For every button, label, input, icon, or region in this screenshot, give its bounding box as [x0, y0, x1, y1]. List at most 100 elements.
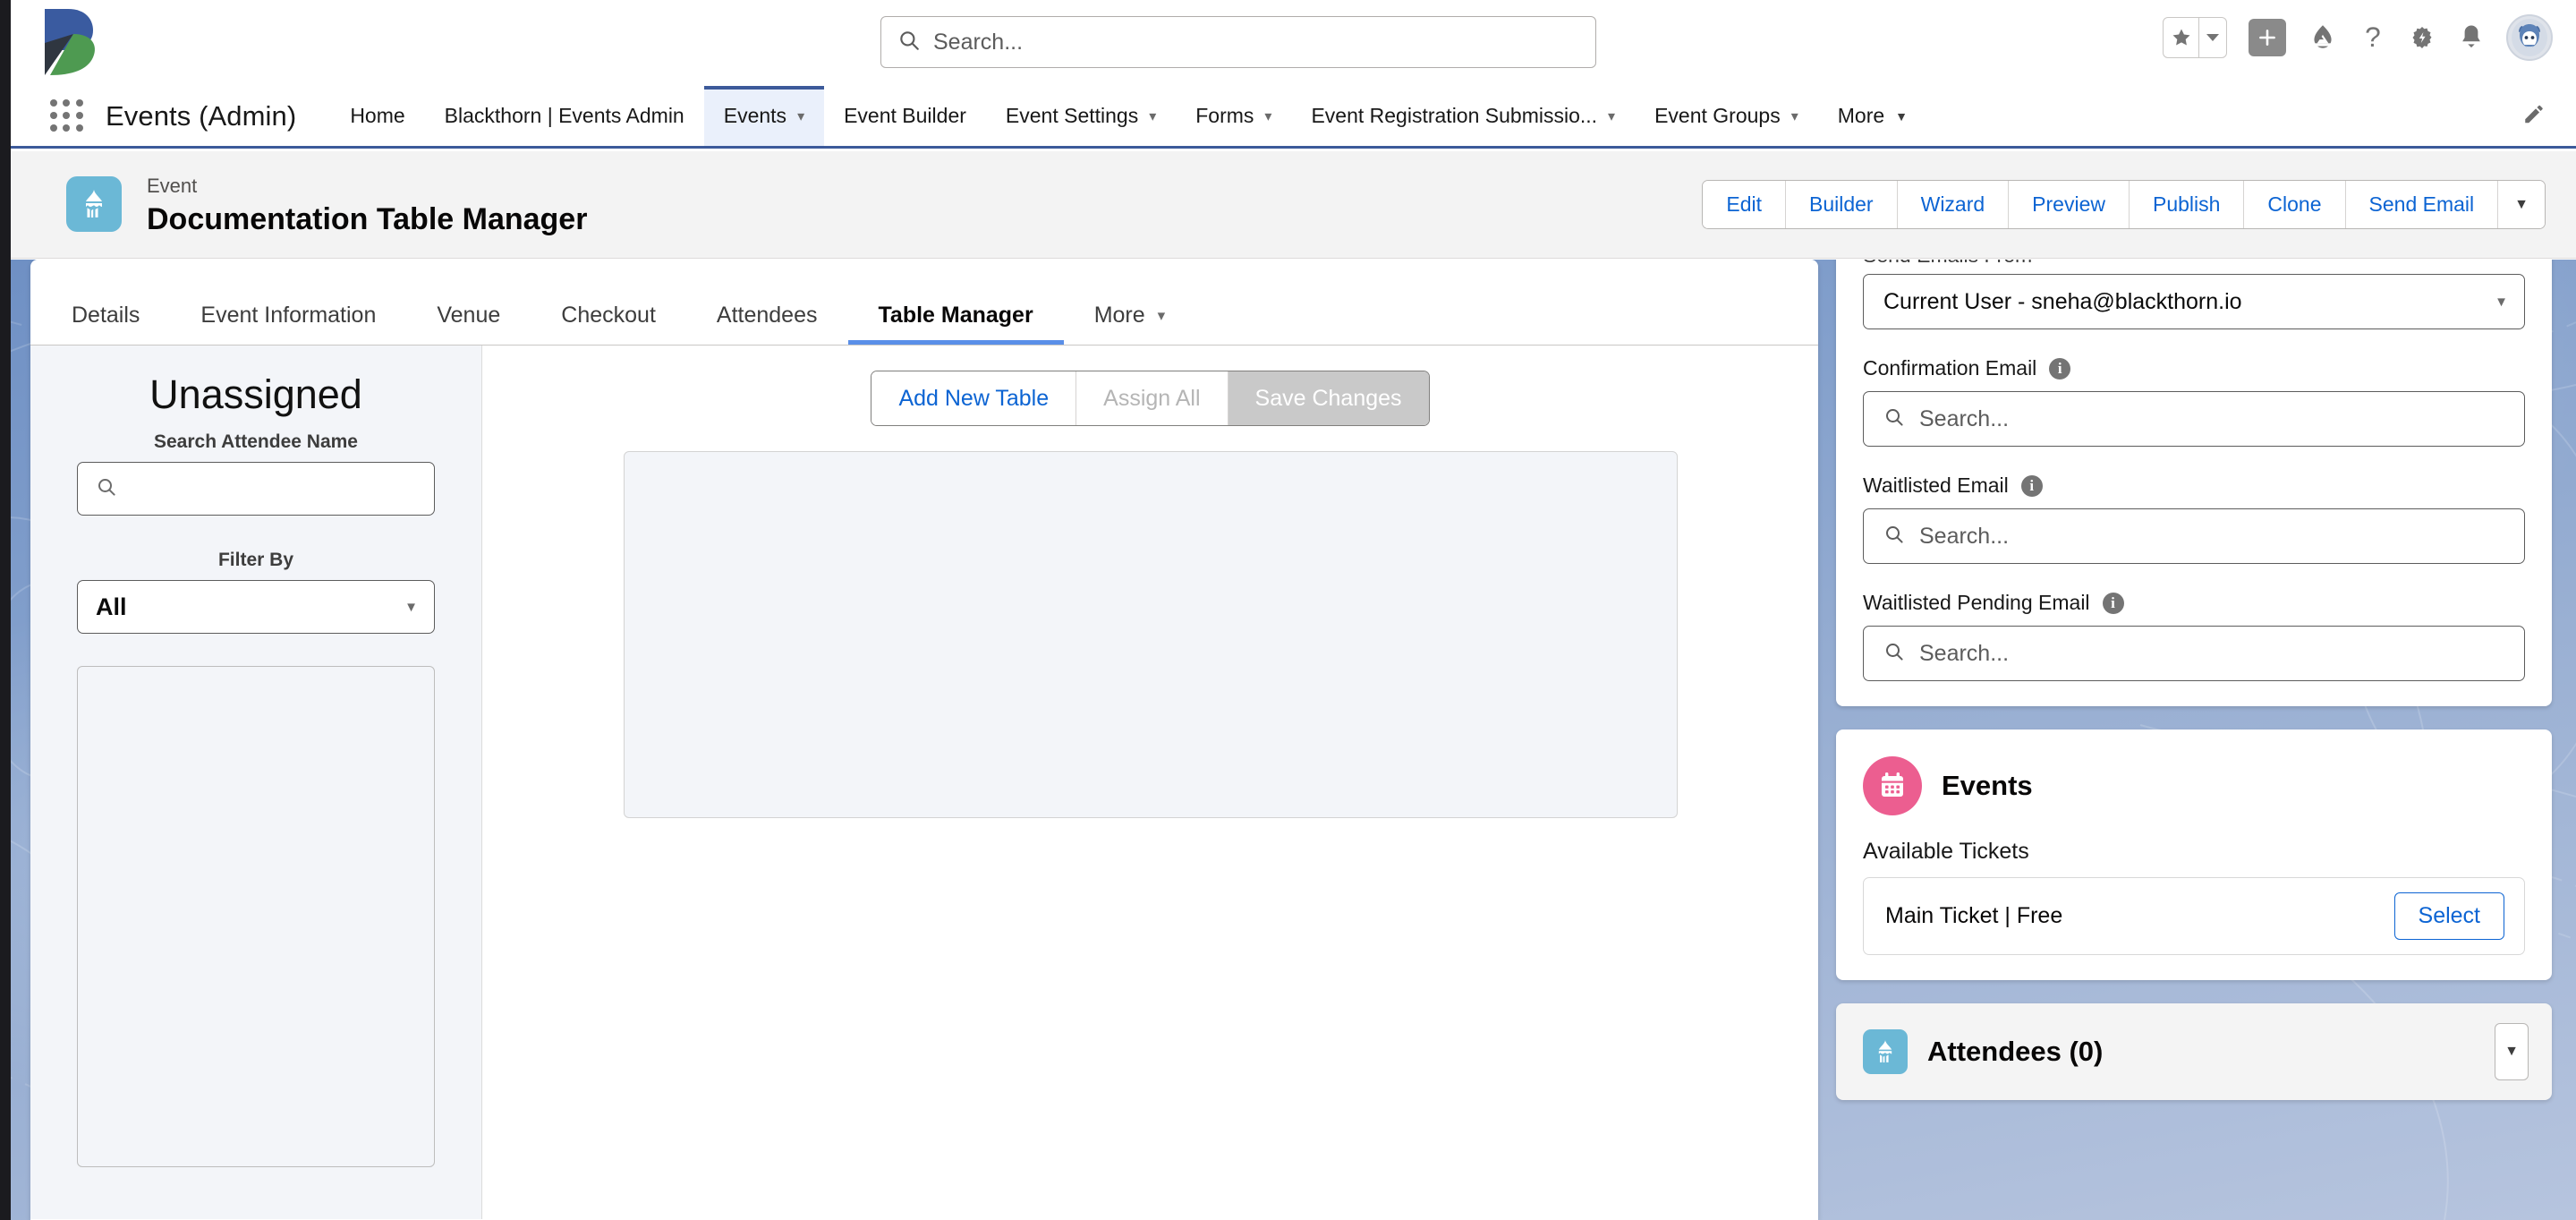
search-icon [897, 29, 921, 56]
more-actions-caret-down-icon[interactable]: ▼ [2498, 181, 2545, 228]
nav-item-label: Event Groups [1654, 104, 1781, 127]
nav-item-more[interactable]: More ▼ [1818, 86, 1927, 146]
plus-square-icon[interactable] [2249, 19, 2286, 56]
nav-item-blackthorn-events-admin[interactable]: Blackthorn | Events Admin [425, 86, 704, 146]
nav-item-home[interactable]: Home [330, 86, 424, 146]
global-header-icons: ? [2163, 14, 2553, 61]
tables-panel: Add New Table Assign All Save Changes [482, 346, 1818, 1219]
avatar[interactable] [2506, 14, 2553, 61]
star-icon[interactable] [2164, 18, 2199, 57]
record-header: Event Documentation Table Manager Edit B… [11, 151, 2576, 259]
waitlisted-email-label: Waitlisted Email i [1863, 473, 2525, 498]
tab-details[interactable]: Details [41, 303, 170, 345]
nav-item-label: Event Settings [1005, 104, 1139, 127]
attendees-card[interactable]: Attendees (0) ▼ [1836, 1003, 2552, 1100]
right-sidebar: Send Emails From Current User - sneha@bl… [1836, 260, 2552, 1100]
global-header: Search... ? [11, 0, 2576, 86]
select-ticket-button[interactable]: Select [2393, 892, 2504, 940]
tab-label: Table Manager [878, 303, 1033, 328]
builder-button[interactable]: Builder [1786, 181, 1898, 228]
nav-item-label: Forms [1195, 104, 1254, 127]
email-settings-card: Send Emails From Current User - sneha@bl… [1836, 260, 2552, 706]
add-new-table-button[interactable]: Add New Table [871, 371, 1077, 425]
preview-button[interactable]: Preview [2009, 181, 2130, 228]
nav-item-list: Home Blackthorn | Events Admin Events ▾ … [330, 86, 1927, 146]
blackthorn-logo-icon [38, 7, 102, 77]
tab-more[interactable]: More ▾ [1064, 303, 1196, 345]
app-launcher-grid-icon[interactable] [50, 98, 84, 133]
chevron-down-icon[interactable]: ▾ [1149, 107, 1156, 125]
tab-venue[interactable]: Venue [406, 303, 531, 345]
wizard-button[interactable]: Wizard [1897, 181, 2010, 228]
field-label-text: Waitlisted Email [1863, 473, 2009, 497]
tab-label: Attendees [716, 303, 818, 328]
nav-item-forms[interactable]: Forms ▾ [1176, 86, 1291, 146]
nav-item-event-settings[interactable]: Event Settings ▾ [986, 86, 1176, 146]
tab-table-manager[interactable]: Table Manager [848, 303, 1064, 345]
nav-item-label: Event Registration Submissio... [1311, 104, 1598, 127]
table-manager-toolbar: Add New Table Assign All Save Changes [516, 371, 1784, 426]
table-manager-card: Details Event Information Venue Checkout… [30, 260, 1818, 1220]
mountain-icon[interactable] [2308, 22, 2338, 53]
search-icon [96, 476, 117, 502]
send-emails-from-value: Current User - sneha@blackthorn.io [1883, 288, 2242, 314]
field-label-text: Confirmation Email [1863, 356, 2037, 380]
nav-item-label: Blackthorn | Events Admin [444, 104, 684, 127]
bell-icon[interactable] [2458, 23, 2485, 52]
gear-icon[interactable] [2408, 23, 2436, 52]
pencil-icon[interactable] [2522, 102, 2546, 130]
browser-left-rail [0, 0, 11, 1220]
chevron-down-icon[interactable]: ▾ [1608, 107, 1615, 125]
nav-item-events[interactable]: Events ▾ [703, 86, 825, 146]
send-emails-from-label: Send Emails From [1863, 260, 2525, 263]
search-icon [1883, 641, 1905, 667]
clone-button[interactable]: Clone [2244, 181, 2346, 228]
tab-checkout[interactable]: Checkout [531, 303, 686, 345]
available-tickets-label: Available Tickets [1863, 839, 2029, 864]
chevron-down-icon[interactable]: ▾ [1158, 307, 1166, 325]
send-emails-from-select[interactable]: Current User - sneha@blackthorn.io ▼ [1863, 274, 2525, 329]
publish-button[interactable]: Publish [2129, 181, 2245, 228]
tab-attendees[interactable]: Attendees [686, 303, 848, 345]
table-actions-group: Add New Table Assign All Save Changes [871, 371, 1430, 426]
chevron-down-icon[interactable]: ▾ [1791, 107, 1798, 125]
tab-label: Checkout [561, 303, 656, 328]
info-icon[interactable]: i [2020, 474, 2043, 497]
caret-down-icon[interactable]: ▼ [404, 600, 418, 615]
record-title-block: Event Documentation Table Manager [147, 173, 587, 239]
tables-drop-zone[interactable] [623, 451, 1678, 818]
search-attendee-input[interactable] [77, 462, 435, 516]
page-body: Details Event Information Venue Checkout… [11, 260, 2576, 1220]
question-mark-icon[interactable]: ? [2359, 22, 2386, 53]
waitlisted-email-search-input[interactable]: Search... [1863, 508, 2525, 564]
expand-attendees-caret-down-icon[interactable]: ▼ [2495, 1023, 2529, 1080]
nav-item-event-groups[interactable]: Event Groups ▾ [1635, 86, 1818, 146]
favorites-caret-down-icon[interactable] [2199, 18, 2226, 57]
chevron-down-icon[interactable]: ▾ [797, 107, 804, 125]
info-icon[interactable]: i [2049, 357, 2071, 380]
ticket-row: Main Ticket | Free Select [1863, 877, 2525, 955]
tab-label: Event Information [200, 303, 377, 328]
nav-item-event-registration-submissions[interactable]: Event Registration Submissio... ▾ [1291, 86, 1635, 146]
caret-down-icon[interactable]: ▼ [2495, 294, 2508, 310]
send-email-button[interactable]: Send Email [2345, 181, 2499, 228]
tab-label: Details [72, 303, 140, 328]
unassigned-attendee-list[interactable] [77, 666, 435, 1167]
table-manager-body: Unassigned Search Attendee Name Filter B… [30, 346, 1818, 1219]
waitlisted-pending-email-search-input[interactable]: Search... [1863, 626, 2525, 681]
nav-item-event-builder[interactable]: Event Builder [824, 86, 986, 146]
info-icon[interactable]: i [2102, 592, 2124, 614]
unassigned-heading: Unassigned [149, 371, 362, 417]
confirmation-email-search-input[interactable]: Search... [1863, 391, 2525, 447]
global-search-box[interactable]: Search... [880, 16, 1596, 68]
edit-button[interactable]: Edit [1703, 181, 1786, 228]
search-icon [1883, 406, 1905, 432]
favorites-group[interactable] [2163, 17, 2227, 58]
caret-down-icon[interactable]: ▼ [1895, 109, 1908, 124]
tab-event-information[interactable]: Event Information [170, 303, 406, 345]
calendar-icon [1863, 756, 1922, 815]
filter-by-select[interactable]: All ▼ [77, 580, 435, 634]
search-icon [1883, 524, 1905, 550]
chevron-down-icon[interactable]: ▾ [1264, 107, 1271, 125]
svg-text:?: ? [2365, 22, 2381, 53]
